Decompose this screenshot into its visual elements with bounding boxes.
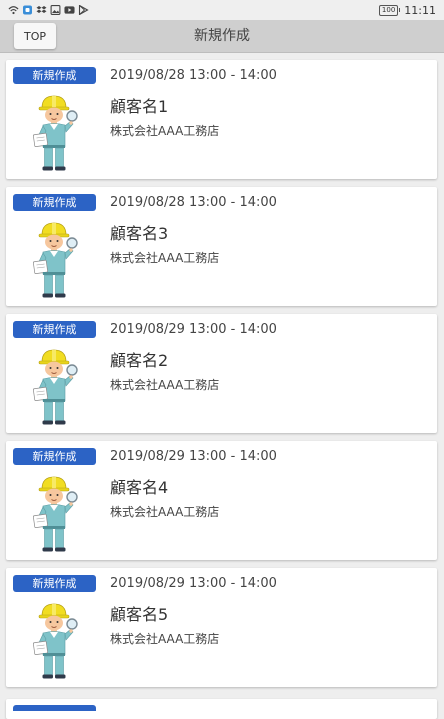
customer-name: 顧客名4: [110, 478, 169, 497]
appointment-card[interactable]: 新規作成: [6, 314, 437, 433]
appointment-time: 2019/08/29 13:00 - 14:00: [110, 449, 277, 464]
worker-avatar-icon: [33, 95, 78, 171]
appointment-card[interactable]: 新規作成: [6, 187, 437, 306]
worker-avatar-icon: [33, 476, 78, 552]
status-badge-partial: [13, 705, 96, 711]
appointment-time: 2019/08/28 13:00 - 14:00: [110, 195, 277, 210]
play-store-icon: [78, 5, 89, 15]
battery-tip: [399, 8, 401, 12]
appointment-card-partial[interactable]: [6, 699, 437, 719]
status-icons: [8, 5, 89, 15]
battery-icon: 100: [378, 4, 399, 16]
status-badge: 新規作成: [13, 194, 96, 211]
appointment-card[interactable]: 新規作成: [6, 441, 437, 560]
company-name: 株式会社AAA工務店: [110, 251, 220, 265]
dropbox-icon: [36, 6, 47, 13]
page-title: 新規作成: [194, 28, 250, 44]
status-bar: 100 11:11: [0, 0, 444, 20]
wifi-icon: [8, 6, 19, 15]
clock: 11:11: [404, 3, 436, 17]
status-badge: 新規作成: [13, 575, 96, 592]
worker-avatar-icon: [33, 349, 78, 425]
app-bar: 新規作成 TOP: [0, 20, 444, 53]
appointment-time: 2019/08/29 13:00 - 14:00: [110, 576, 277, 591]
app-icon: [23, 5, 32, 15]
company-name: 株式会社AAA工務店: [110, 632, 220, 646]
appointment-card[interactable]: 新規作成: [6, 568, 437, 687]
appointment-time: 2019/08/29 13:00 - 14:00: [110, 322, 277, 337]
customer-name: 顧客名3: [110, 224, 169, 243]
youtube-icon: [64, 6, 75, 14]
appointment-card[interactable]: 新規作成: [6, 60, 437, 179]
status-badge: 新規作成: [13, 448, 96, 465]
image-icon: [50, 5, 61, 15]
top-button[interactable]: TOP: [14, 23, 56, 49]
worker-avatar-icon: [33, 222, 78, 298]
company-name: 株式会社AAA工務店: [110, 505, 220, 519]
status-right: 100 11:11: [378, 3, 436, 17]
company-name: 株式会社AAA工務店: [110, 378, 220, 392]
customer-name: 顧客名2: [110, 351, 169, 370]
customer-name: 顧客名1: [110, 97, 169, 116]
status-badge: 新規作成: [13, 321, 96, 338]
company-name: 株式会社AAA工務店: [110, 124, 220, 138]
customer-name: 顧客名5: [110, 605, 169, 624]
appointment-time: 2019/08/28 13:00 - 14:00: [110, 68, 277, 83]
worker-avatar-icon: [33, 603, 78, 679]
appointment-list: 新規作成 2019/08/28 13:00 - 14:00 顧客名1 株式会社A…: [6, 60, 437, 695]
status-badge: 新規作成: [13, 67, 96, 84]
